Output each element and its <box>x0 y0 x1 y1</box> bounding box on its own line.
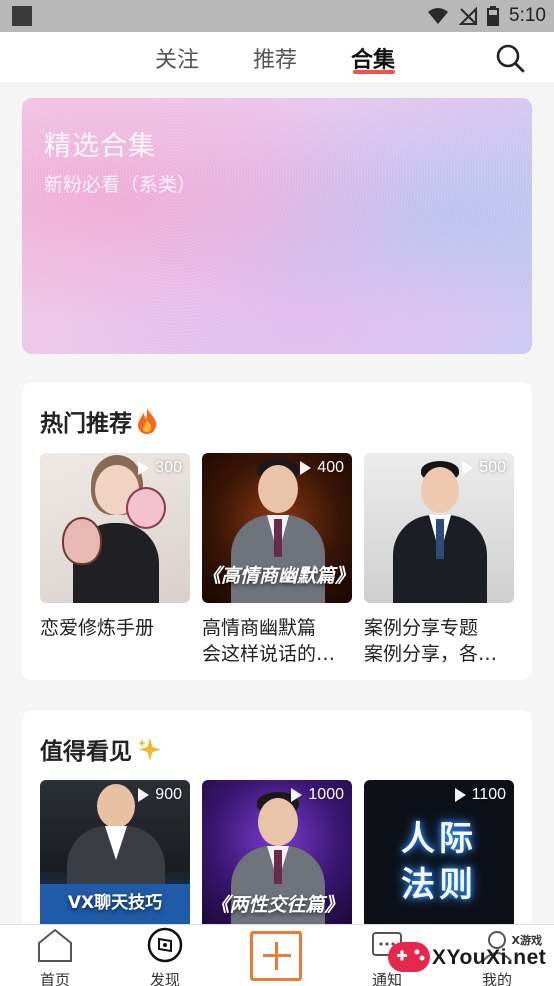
item-title: 高情商幽默篇 <box>202 617 317 639</box>
item-subtitle: 会这样说话的人... <box>202 643 352 665</box>
play-count: 300 <box>138 459 182 477</box>
collection-item-social-rules[interactable]: 人际法则 1100 <box>364 780 514 926</box>
play-count: 1000 <box>291 786 344 804</box>
collection-item-chat[interactable]: VX聊天技巧 900 <box>40 780 190 926</box>
search-icon[interactable] <box>494 42 526 74</box>
play-icon <box>300 461 312 475</box>
compass-icon <box>147 927 183 963</box>
nav-home-label: 首页 <box>39 971 70 986</box>
watermark: XYouXi.net X游戏 <box>384 930 550 982</box>
item-title: 案例分享专题 <box>364 617 479 639</box>
home-icon <box>38 928 72 962</box>
collection-item-relationship[interactable]: 《两性交往篇》 1000 <box>202 780 352 926</box>
active-tab-indicator <box>353 70 395 74</box>
collection-item-love[interactable]: 300 恋爱修炼手册 <box>40 453 190 641</box>
play-icon <box>138 788 150 802</box>
play-count: 1100 <box>454 786 506 804</box>
hot-section: 热门推荐 300 恋爱修炼手册 《高情商幽默篇》 400 高情商幽默篇 会这样说… <box>22 382 532 680</box>
thumbnail: 《两性交往篇》 1000 <box>202 780 352 926</box>
collection-item-cases[interactable]: 500 案例分享专题 案例分享，各种... <box>364 453 514 667</box>
play-count: 900 <box>138 786 182 804</box>
thumbnail-overlay-text: 《高情商幽默篇》 <box>202 565 352 587</box>
hot-section-title: 热门推荐 <box>40 404 158 438</box>
play-icon <box>138 461 150 475</box>
tab-follow[interactable]: 关注 <box>155 42 199 74</box>
play-count: 500 <box>462 459 506 477</box>
banner-subtitle: 新粉必看（系类） <box>44 174 197 196</box>
item-subtitle: 案例分享，各种... <box>364 643 514 665</box>
watermark-text: XYouXi.net <box>432 946 547 969</box>
battery-icon <box>487 6 500 26</box>
banner-title: 精选合集 <box>44 131 156 162</box>
worth-section-title: 值得看见 <box>40 732 162 766</box>
fire-icon <box>138 408 157 434</box>
play-icon <box>454 788 466 802</box>
thumbnail: 人际法则 1100 <box>364 780 514 926</box>
play-icon <box>291 788 303 802</box>
sparkle-icon <box>138 738 161 761</box>
play-count: 400 <box>300 459 344 477</box>
nav-discover-label: 发现 <box>149 971 180 986</box>
tab-recommend[interactable]: 推荐 <box>253 42 297 74</box>
top-tabs: 关注 推荐 合集 <box>0 32 554 84</box>
thumbnail: 300 <box>40 453 190 603</box>
featured-banner[interactable]: 精选合集 新粉必看（系类） <box>22 98 532 354</box>
no-signal-icon <box>459 7 478 25</box>
thumbnail: 500 <box>364 453 514 603</box>
wifi-icon <box>428 8 449 24</box>
status-bar: 5:10 <box>0 0 554 32</box>
nav-discover[interactable]: 发现 <box>130 927 200 986</box>
status-icons: 5:10 <box>427 0 546 32</box>
sticker-left <box>62 517 102 565</box>
watermark-logo-icon <box>388 942 430 972</box>
thumbnail-overlay-text: 人际法则 <box>401 819 477 905</box>
thumbnail-overlay-text: 《两性交往篇》 <box>210 894 344 916</box>
play-icon <box>462 461 474 475</box>
create-button[interactable] <box>250 931 302 981</box>
thumbnail-overlay-text: VX聊天技巧 <box>67 893 163 913</box>
thumbnail: 《高情商幽默篇》 400 <box>202 453 352 603</box>
watermark-small-text: X游戏 <box>511 934 542 947</box>
sticker-right <box>126 487 166 529</box>
thumbnail: VX聊天技巧 900 <box>40 780 190 926</box>
hot-title-text: 热门推荐 <box>40 411 132 437</box>
worth-title-text: 值得看见 <box>40 739 132 765</box>
status-time: 5:10 <box>509 5 546 26</box>
collection-item-humor[interactable]: 《高情商幽默篇》 400 高情商幽默篇 会这样说话的人... <box>202 453 352 667</box>
notification-icon <box>12 6 32 26</box>
nav-home[interactable]: 首页 <box>20 927 90 986</box>
item-title: 恋爱修炼手册 <box>40 617 155 639</box>
